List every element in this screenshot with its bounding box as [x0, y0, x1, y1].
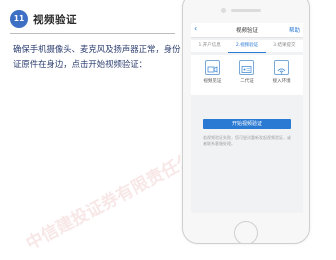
check-icons-row: 视频见证 二代证 接入环境: [191, 55, 303, 95]
progress-steps: 1.开户信息 2.视频验证 3.结果提交: [191, 40, 303, 53]
check-item-network: 接入环境: [267, 55, 297, 95]
progress-step-3: 3.结果提交: [273, 43, 296, 48]
progress-step-2: 2.视频验证: [228, 40, 266, 53]
phone-screen: ‹ 视频验证 帮助 1.开户信息 2.视频验证 3.结果提交 视频见证 二代证: [191, 23, 303, 213]
failure-note: 若视频验证失败，您可尝试重新发起视频验证，或者联系客服处理。: [203, 135, 291, 146]
screen-title: 视频验证: [235, 28, 258, 34]
check-label-network: 接入环境: [272, 79, 291, 84]
check-label-idcard: 二代证: [240, 79, 254, 84]
instruction-text: 确保手机摄像头、麦克风及扬声器正常，身份证原件在身边，点击开始视频验证：: [13, 44, 181, 69]
title-divider: [10, 33, 175, 34]
phone-mockup: ‹ 视频验证 帮助 1.开户信息 2.视频验证 3.结果提交 视频见证 二代证: [182, 0, 310, 244]
app-header: ‹ 视频验证 帮助: [191, 23, 303, 38]
network-icon: [274, 60, 290, 75]
check-item-idcard: 二代证: [232, 55, 262, 95]
front-camera: [221, 8, 226, 13]
video-icon: [204, 60, 220, 75]
home-button[interactable]: [234, 221, 258, 243]
help-link[interactable]: 帮助: [289, 26, 300, 34]
step-number-badge: 11: [10, 10, 28, 28]
check-item-video: 视频见证: [197, 55, 227, 95]
idcard-icon: [239, 60, 255, 75]
step-title: 视频验证: [33, 14, 77, 26]
progress-step-1: 1.开户信息: [198, 43, 221, 48]
phone-speaker: [231, 9, 261, 12]
start-video-button[interactable]: 开始视频验证: [203, 119, 291, 129]
check-label-video: 视频见证: [203, 79, 222, 84]
